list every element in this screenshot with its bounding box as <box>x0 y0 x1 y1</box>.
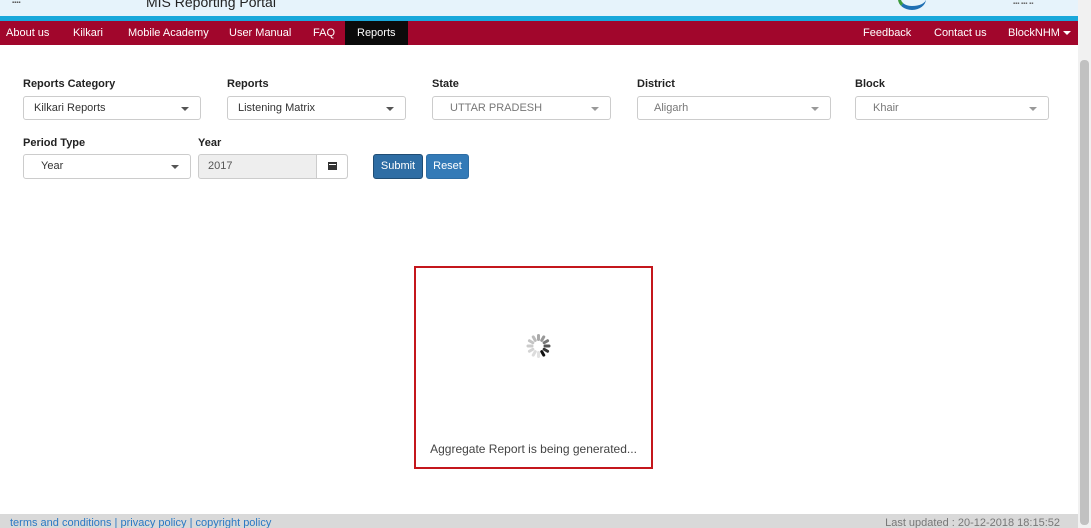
chevron-down-icon <box>181 107 189 111</box>
footer: terms and conditions | privacy policy | … <box>0 514 1078 528</box>
nav-kilkari[interactable]: Kilkari <box>73 21 103 45</box>
chevron-down-icon <box>386 107 394 111</box>
state-label: State <box>432 78 459 90</box>
nav-feedback[interactable]: Feedback <box>863 21 911 45</box>
nav-user-manual[interactable]: User Manual <box>229 21 291 45</box>
reset-button[interactable]: Reset <box>426 154 469 179</box>
reports-category-label: Reports Category <box>23 78 116 90</box>
footer-links: terms and conditions | privacy policy | … <box>10 517 271 528</box>
year-label: Year <box>198 137 222 149</box>
period-type-select[interactable]: Year <box>23 154 191 179</box>
page-scrollbar[interactable] <box>1078 0 1091 528</box>
block-label: Block <box>855 78 885 90</box>
header-bar: ▪▪▪▪ MIS Reporting Portal ▪▪▪ ▪▪▪ ▪▪ <box>0 0 1078 16</box>
footer-separator: | <box>186 517 196 528</box>
nav-mobile-academy[interactable]: Mobile Academy <box>128 21 209 45</box>
submit-button[interactable]: Submit <box>373 154 423 179</box>
reports-label: Reports <box>227 78 269 90</box>
nav-about-us[interactable]: About us <box>6 21 49 45</box>
reports-category-value: Kilkari Reports <box>34 102 106 114</box>
chevron-down-icon <box>811 107 819 111</box>
reports-value: Listening Matrix <box>238 102 316 114</box>
period-type-value: Year <box>41 160 64 172</box>
calendar-button[interactable] <box>316 155 347 178</box>
block-value: Khair <box>873 102 899 114</box>
reports-select[interactable]: Listening Matrix <box>227 96 406 120</box>
user-menu[interactable]: BlockNHM <box>1008 21 1071 45</box>
chevron-down-icon <box>1029 107 1037 111</box>
portal-title: MIS Reporting Portal <box>146 0 276 10</box>
block-select[interactable]: Khair <box>855 96 1049 120</box>
govt-logo-icon: ▪▪▪▪ <box>12 0 21 6</box>
district-select[interactable]: Aligarh <box>637 96 831 120</box>
chevron-down-icon <box>171 165 179 169</box>
state-select[interactable]: UTTAR PRADESH <box>432 96 611 120</box>
chevron-down-icon <box>1062 31 1071 36</box>
privacy-link[interactable]: privacy policy <box>120 517 186 528</box>
nhm-logo-icon <box>898 0 926 10</box>
nav-faq[interactable]: FAQ <box>313 21 335 45</box>
year-input[interactable]: 2017 <box>198 154 348 179</box>
copyright-link[interactable]: copyright policy <box>196 517 272 528</box>
nav-contact-us[interactable]: Contact us <box>934 21 987 45</box>
main-nav: About us Kilkari Mobile Academy User Man… <box>0 21 1078 45</box>
tagline-logo-icon: ▪▪▪ ▪▪▪ ▪▪ <box>1013 1 1034 7</box>
user-menu-label: BlockNHM <box>1008 27 1060 39</box>
reports-category-select[interactable]: Kilkari Reports <box>23 96 201 120</box>
last-updated: Last updated : 20-12-2018 18:15:52 <box>885 517 1060 528</box>
state-value: UTTAR PRADESH <box>450 102 543 114</box>
calendar-icon <box>328 162 337 170</box>
district-value: Aligarh <box>654 102 689 114</box>
spinner-segment <box>543 344 550 348</box>
loading-message: Aggregate Report is being generated... <box>430 442 637 456</box>
report-loading-dialog: Aggregate Report is being generated... <box>414 266 653 469</box>
spinner-segment <box>536 351 540 358</box>
scrollbar-thumb[interactable] <box>1080 60 1089 525</box>
chevron-down-icon <box>591 107 599 111</box>
terms-link[interactable]: terms and conditions <box>10 517 112 528</box>
district-label: District <box>637 78 675 90</box>
period-type-label: Period Type <box>23 137 86 149</box>
nav-reports[interactable]: Reports <box>345 21 408 45</box>
year-value: 2017 <box>208 160 233 172</box>
